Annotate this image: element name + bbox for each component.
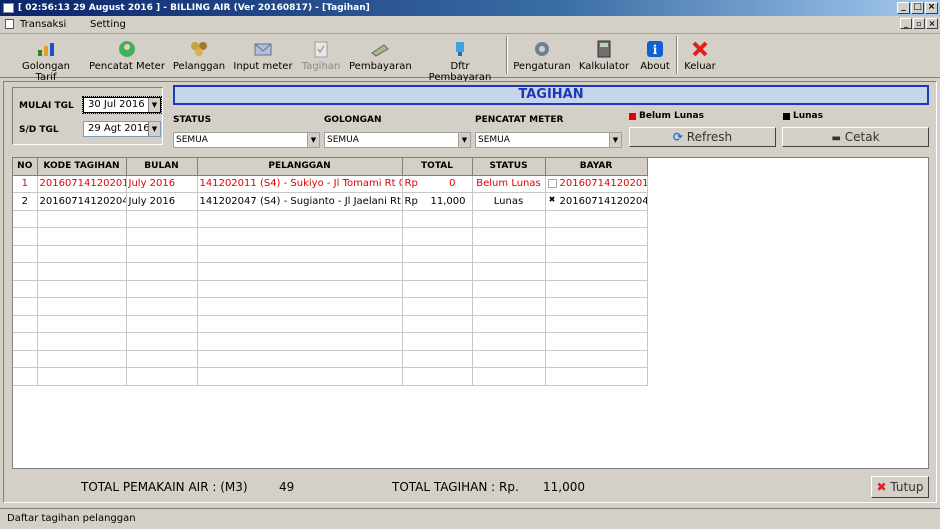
close-x-icon xyxy=(689,39,711,59)
table-row xyxy=(13,350,648,368)
cup-icon xyxy=(449,39,471,59)
envelope-icon xyxy=(252,39,274,59)
pencatat-meter-select[interactable]: SEMUA ▼ xyxy=(475,132,622,148)
maximize-button[interactable]: □ xyxy=(911,2,924,14)
golongan-select[interactable]: SEMUA ▼ xyxy=(324,132,471,148)
close-button[interactable]: × xyxy=(925,2,938,14)
chevron-down-icon[interactable]: ▼ xyxy=(609,133,621,147)
sd-tgl-label: S/D TGL xyxy=(19,125,59,135)
gear-icon xyxy=(531,39,553,59)
title-bar: [ 02:56:13 29 August 2016 ] - BILLING AI… xyxy=(0,0,940,16)
status-select[interactable]: SEMUA ▼ xyxy=(173,132,320,148)
app-icon xyxy=(3,3,14,13)
tagihan-button[interactable]: Tagihan xyxy=(300,38,342,76)
pengaturan-button[interactable]: Pengaturan xyxy=(512,38,572,76)
mdi-close-button[interactable]: × xyxy=(926,18,938,29)
bayar-checkbox[interactable] xyxy=(547,178,557,188)
user-icon xyxy=(116,39,138,59)
kalkulator-button[interactable]: Kalkulator xyxy=(578,38,630,76)
toolbar-separator xyxy=(506,36,508,74)
bayar-checkbox[interactable]: ✖ xyxy=(548,196,557,205)
legend-belum-lunas: Belum Lunas xyxy=(629,111,704,121)
toolbar: Golongan Tarif Pencatat Meter Pelanggan … xyxy=(0,34,940,83)
refresh-button[interactable]: ⟳ Refresh xyxy=(629,127,776,147)
chevron-down-icon[interactable]: ▼ xyxy=(458,133,470,147)
page-title: TAGIHAN xyxy=(173,85,929,105)
col-total[interactable]: TOTAL xyxy=(402,158,473,176)
col-bayar[interactable]: BAYAR xyxy=(545,158,648,176)
table-row xyxy=(13,210,648,228)
legend-lunas: Lunas xyxy=(783,111,823,121)
table-row xyxy=(13,367,648,386)
dftr-pembayaran-button[interactable]: Dftr Pembayaran xyxy=(418,38,502,83)
chevron-down-icon[interactable]: ▼ xyxy=(148,98,160,112)
svg-text:i: i xyxy=(653,43,658,57)
keluar-button[interactable]: Keluar xyxy=(682,38,718,76)
info-icon: i xyxy=(644,39,666,59)
col-kode-tagihan[interactable]: KODE TAGIHAN xyxy=(37,158,127,176)
users-icon xyxy=(188,39,210,59)
col-pelanggan[interactable]: PELANGGAN xyxy=(197,158,403,176)
status-text: Daftar tagihan pelanggan xyxy=(7,513,136,524)
menu-transaksi[interactable]: Transaksi xyxy=(20,19,66,30)
table-row xyxy=(13,245,648,263)
status-bar: Daftar tagihan pelanggan xyxy=(0,508,940,529)
input-meter-button[interactable]: Input meter xyxy=(233,38,293,76)
menu-bar: Transaksi Setting _ ▫ × xyxy=(0,16,940,34)
col-bulan[interactable]: BULAN xyxy=(126,158,198,176)
total-tagihan-value: 11,000 xyxy=(543,480,585,494)
mdi-child-icon xyxy=(5,19,14,29)
about-button[interactable]: i About xyxy=(636,38,674,76)
toolbar-separator xyxy=(676,36,678,74)
tutup-button[interactable]: ✖ Tutup xyxy=(871,476,929,498)
tagihan-table: NO KODE TAGIHAN BULAN PELANGGAN TOTAL ST… xyxy=(12,157,929,469)
pencatat-meter-label: PENCATAT METER xyxy=(475,115,564,125)
total-pemakain-value: 49 xyxy=(279,480,295,494)
table-row[interactable]: 2 201607141202047 July 2016 141202047 (S… xyxy=(13,192,648,211)
sd-tgl-picker[interactable]: 29 Agt 2016 ▼ xyxy=(83,121,161,137)
golongan-tarif-button[interactable]: Golongan Tarif xyxy=(10,38,82,83)
chevron-down-icon[interactable]: ▼ xyxy=(307,133,319,147)
total-tagihan-label: TOTAL TAGIHAN : Rp. xyxy=(392,480,519,494)
table-header: NO KODE TAGIHAN BULAN PELANGGAN TOTAL ST… xyxy=(13,158,648,176)
table-row xyxy=(13,315,648,333)
status-label: STATUS xyxy=(173,115,212,125)
red-square-icon xyxy=(629,112,636,120)
table-row xyxy=(13,227,648,246)
chart-icon xyxy=(35,39,57,59)
pelanggan-button[interactable]: Pelanggan xyxy=(172,38,226,76)
table-row[interactable]: 1 201607141202011 July 2016 141202011 (S… xyxy=(13,175,648,193)
total-pemakain-label: TOTAL PEMAKAIN AIR : (M3) xyxy=(81,480,248,494)
window-title: [ 02:56:13 29 August 2016 ] - BILLING AI… xyxy=(18,3,370,13)
table-row xyxy=(13,280,648,298)
close-x-icon: ✖ xyxy=(876,480,887,494)
cetak-button[interactable]: ▬ Cetak xyxy=(782,127,929,147)
table-row xyxy=(13,332,648,351)
chevron-down-icon[interactable]: ▼ xyxy=(148,122,160,136)
date-range-box: MULAI TGL 30 Jul 2016 ▼ S/D TGL 29 Agt 2… xyxy=(12,87,163,145)
menu-setting[interactable]: Setting xyxy=(90,19,126,30)
printer-icon: ▬ xyxy=(831,133,841,144)
pembayaran-button[interactable]: Pembayaran xyxy=(349,38,412,76)
pencatat-meter-button[interactable]: Pencatat Meter xyxy=(88,38,166,76)
minimize-button[interactable]: _ xyxy=(897,2,910,14)
money-icon xyxy=(369,39,391,59)
col-no[interactable]: NO xyxy=(13,158,38,176)
golongan-label: GOLONGAN xyxy=(324,115,382,125)
table-row xyxy=(13,262,648,281)
table-row xyxy=(13,297,648,316)
refresh-icon: ⟳ xyxy=(672,130,683,144)
mdi-restore-button[interactable]: ▫ xyxy=(913,18,925,29)
clipboard-icon xyxy=(310,39,332,59)
calculator-icon xyxy=(593,39,615,59)
mulai-tgl-picker[interactable]: 30 Jul 2016 ▼ xyxy=(82,96,162,114)
col-status[interactable]: STATUS xyxy=(472,158,546,176)
mdi-minimize-button[interactable]: _ xyxy=(900,18,912,29)
main-panel: MULAI TGL 30 Jul 2016 ▼ S/D TGL 29 Agt 2… xyxy=(3,81,937,503)
mulai-tgl-label: MULAI TGL xyxy=(19,101,74,111)
black-square-icon xyxy=(783,112,790,120)
